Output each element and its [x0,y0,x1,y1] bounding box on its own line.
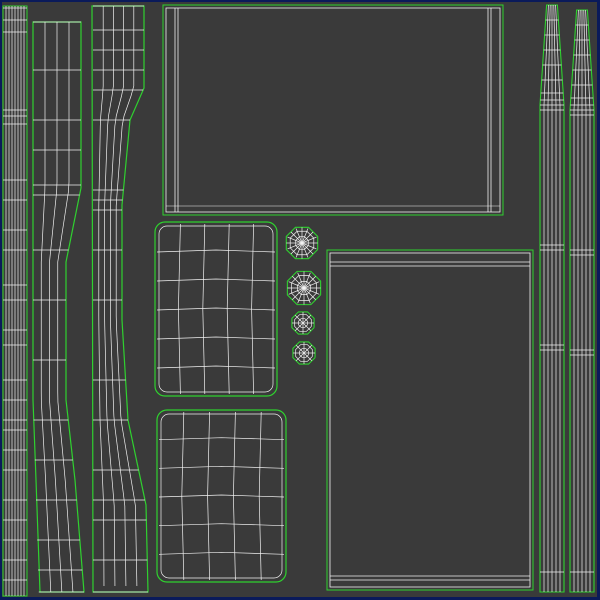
uv-island-cap-large-2[interactable] [286,270,322,306]
uv-island-cap-small-2[interactable] [292,341,316,365]
uv-island-cap-small-1[interactable] [291,311,315,335]
uv-canvas[interactable] [0,0,600,600]
uv-island-cap-large-1[interactable] [285,226,319,260]
uv-layout-viewport[interactable] [0,0,600,600]
